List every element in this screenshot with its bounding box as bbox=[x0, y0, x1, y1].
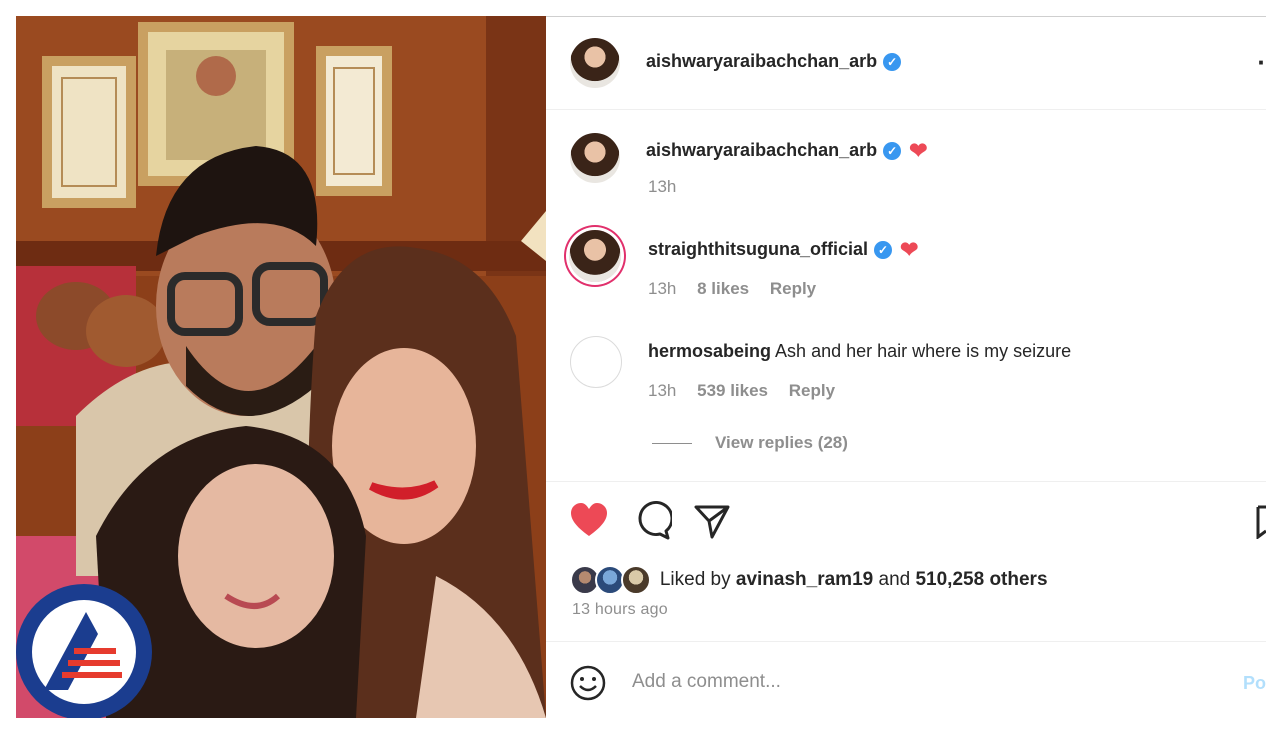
comment-time[interactable]: 13h bbox=[648, 279, 676, 298]
view-replies-button[interactable]: View replies (28) bbox=[715, 433, 848, 453]
comment-avatar[interactable] bbox=[570, 336, 622, 388]
reply-button[interactable]: Reply bbox=[770, 279, 816, 298]
watermark-logo bbox=[16, 584, 152, 718]
comment-icon[interactable] bbox=[632, 501, 672, 541]
comment-username[interactable]: straighthitsuguna_official bbox=[648, 239, 868, 259]
reply-button[interactable]: Reply bbox=[789, 381, 835, 400]
header-divider bbox=[546, 109, 1266, 110]
view-replies-line bbox=[652, 443, 692, 444]
caption-row: aishwaryaraibachchan_arb ✓ ❤ bbox=[646, 138, 928, 164]
comment-row: hermosabeing Ash and her hair where is m… bbox=[648, 341, 1071, 362]
caption-time[interactable]: 13h bbox=[648, 177, 676, 196]
add-comment-input[interactable]: Add a comment... bbox=[632, 671, 781, 693]
comment-time[interactable]: 13h bbox=[648, 381, 676, 400]
comment-text: Ash and her hair where is my seizure bbox=[775, 341, 1072, 361]
comment-avatar[interactable] bbox=[569, 230, 621, 282]
header-username[interactable]: aishwaryaraibachchan_arb bbox=[646, 51, 877, 71]
smiley-icon[interactable] bbox=[570, 665, 606, 701]
comment-likes[interactable]: 539 likes bbox=[697, 381, 768, 400]
caption-avatar[interactable] bbox=[570, 133, 620, 183]
likes-summary: Liked by avinash_ram19 and 510,258 other… bbox=[570, 565, 1048, 595]
author-avatar[interactable] bbox=[570, 38, 620, 88]
comment-likes[interactable]: 8 likes bbox=[697, 279, 749, 298]
verified-badge-icon: ✓ bbox=[883, 53, 902, 72]
red-heart-emoji-icon: ❤ bbox=[900, 237, 919, 262]
comment-meta: 13h 539 likes Reply bbox=[648, 381, 851, 401]
post-photo[interactable] bbox=[16, 16, 546, 718]
post-comment-button[interactable]: Po bbox=[1243, 673, 1266, 694]
liked-by-and: and bbox=[873, 569, 916, 591]
liker-avatar bbox=[620, 565, 651, 595]
liked-by-user[interactable]: avinash_ram19 bbox=[736, 569, 873, 590]
verified-badge-icon: ✓ bbox=[874, 241, 893, 259]
liked-by-others[interactable]: 510,258 others bbox=[915, 569, 1047, 590]
bookmark-icon[interactable] bbox=[1256, 505, 1266, 539]
wall-frame-left bbox=[42, 56, 136, 208]
verified-badge-icon: ✓ bbox=[883, 142, 902, 160]
comment-username[interactable]: hermosabeing bbox=[648, 341, 771, 361]
actions-divider bbox=[546, 481, 1266, 482]
liked-by-prefix: Liked by bbox=[659, 569, 736, 591]
post-side-panel: aishwaryaraibachchan_arb ✓ · aishwaryarai… bbox=[546, 17, 1266, 719]
header-username-row[interactable]: aishwaryaraibachchan_arb ✓ bbox=[646, 51, 902, 72]
comment-row: straighthitsuguna_official ✓ ❤ bbox=[648, 237, 918, 263]
caption-username[interactable]: aishwaryaraibachchan_arb bbox=[646, 140, 877, 160]
comment-meta: 13h 8 likes Reply bbox=[648, 279, 832, 299]
caption-meta: 13h bbox=[648, 177, 692, 197]
comment-box-divider bbox=[546, 641, 1266, 642]
heart-icon[interactable] bbox=[569, 501, 609, 541]
more-options-icon[interactable]: · bbox=[1257, 47, 1266, 78]
post-time-ago[interactable]: 13 hours ago bbox=[572, 601, 668, 619]
red-heart-emoji-icon: ❤ bbox=[909, 138, 928, 163]
send-icon[interactable] bbox=[692, 501, 732, 541]
wall-frame-right bbox=[316, 46, 392, 196]
